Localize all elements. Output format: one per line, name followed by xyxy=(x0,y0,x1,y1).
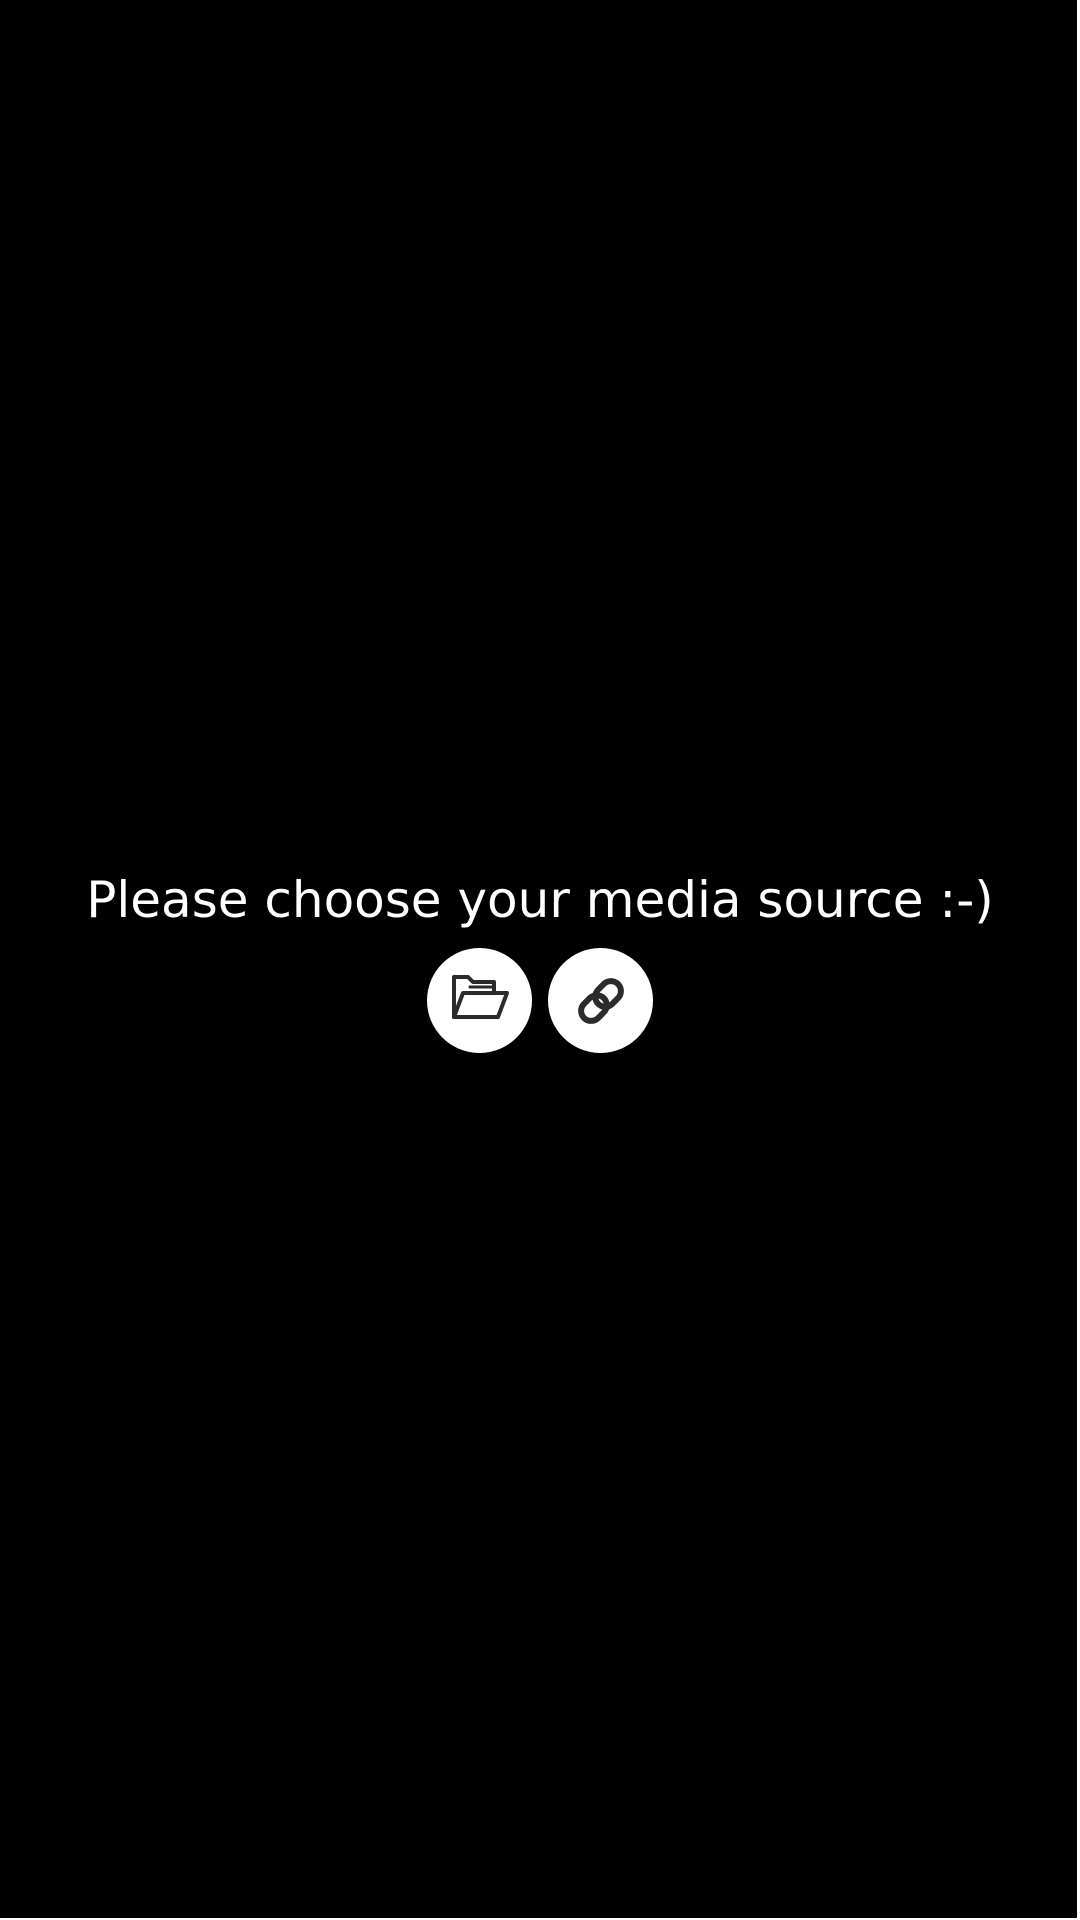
media-source-prompt: Please choose your media source :-) xyxy=(86,871,994,929)
folder-open-icon xyxy=(451,974,509,1019)
media-source-screen: Please choose your media source :-) xyxy=(0,0,1080,1920)
media-source-buttons xyxy=(0,948,1080,1053)
link-icon xyxy=(577,977,624,1024)
open-url-button[interactable] xyxy=(548,948,653,1053)
open-file-button[interactable] xyxy=(427,948,532,1053)
